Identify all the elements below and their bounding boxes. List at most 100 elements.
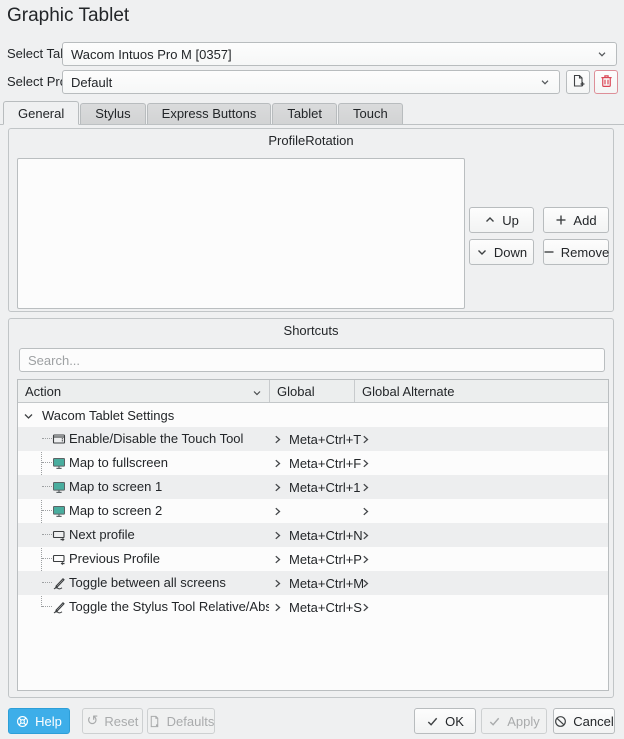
tab-stylus[interactable]: Stylus	[80, 103, 145, 124]
expand-arrow-icon[interactable]	[361, 507, 370, 516]
collapse-arrow-icon[interactable]	[23, 410, 34, 421]
tree-branch	[42, 510, 52, 511]
action-cell[interactable]: Previous Profile	[18, 547, 269, 571]
reset-button-label: Reset	[104, 714, 138, 729]
profile-rotation-list[interactable]	[17, 158, 465, 309]
global-shortcut-value: Meta+Ctrl+1	[289, 480, 361, 495]
global-alternate-cell[interactable]	[354, 603, 608, 612]
action-cell[interactable]: Toggle the Stylus Tool Relative/Absolute	[18, 595, 269, 619]
profile-combobox-value: Default	[71, 75, 539, 90]
plus-icon	[555, 214, 567, 226]
global-shortcut-cell[interactable]: Meta+Ctrl+1	[269, 480, 354, 495]
expand-arrow-icon[interactable]	[273, 435, 282, 444]
stylus-icon	[52, 576, 66, 590]
defaults-button[interactable]: Defaults	[147, 708, 215, 734]
global-shortcut-cell[interactable]: Meta+Ctrl+N	[269, 528, 354, 543]
table-row[interactable]: Map to fullscreen Meta+Ctrl+F	[18, 451, 608, 475]
apply-button[interactable]: Apply	[481, 708, 547, 734]
expand-arrow-icon[interactable]	[361, 579, 370, 588]
table-row[interactable]: Toggle the Stylus Tool Relative/Absolute…	[18, 595, 608, 619]
shortcut-tree-body: Wacom Tablet Settings Enable/Disable the…	[18, 403, 608, 690]
global-shortcut-cell[interactable]	[269, 507, 354, 516]
global-alternate-cell[interactable]	[354, 483, 608, 492]
tab-bar: General Stylus Express Buttons Tablet To…	[0, 101, 624, 125]
column-header-global[interactable]: Global	[269, 380, 354, 402]
global-alternate-cell[interactable]	[354, 531, 608, 540]
table-row[interactable]: Map to screen 2	[18, 499, 608, 523]
table-row[interactable]: Toggle between all screens Meta+Ctrl+M	[18, 571, 608, 595]
column-header-global-alternate[interactable]: Global Alternate	[354, 380, 608, 402]
apply-button-label: Apply	[507, 714, 540, 729]
global-alternate-cell[interactable]	[354, 435, 608, 444]
action-cell[interactable]: Toggle between all screens	[18, 571, 269, 595]
ok-button[interactable]: OK	[414, 708, 476, 734]
tree-branch	[42, 534, 52, 535]
global-alternate-cell[interactable]	[354, 579, 608, 588]
tablet-combobox[interactable]: Wacom Intuos Pro M [0357]	[62, 42, 617, 66]
tab-tablet[interactable]: Tablet	[272, 103, 337, 124]
delete-profile-button[interactable]	[594, 70, 618, 94]
expand-arrow-icon[interactable]	[361, 459, 370, 468]
action-cell[interactable]: Map to screen 2	[18, 499, 269, 523]
document-new-icon	[571, 73, 586, 91]
expand-arrow-icon[interactable]	[273, 459, 282, 468]
reset-button[interactable]: ↺ Reset	[82, 708, 143, 734]
action-cell[interactable]: Map to screen 1	[18, 475, 269, 499]
add-button[interactable]: Add	[543, 207, 609, 233]
profile-combobox[interactable]: Default	[62, 70, 560, 94]
expand-arrow-icon[interactable]	[361, 531, 370, 540]
action-label: Previous Profile	[69, 551, 160, 566]
expand-arrow-icon[interactable]	[361, 483, 370, 492]
action-cell[interactable]: Enable/Disable the Touch Tool	[18, 427, 269, 451]
global-alternate-cell[interactable]	[354, 459, 608, 468]
expand-arrow-icon[interactable]	[273, 603, 282, 612]
defaults-button-label: Defaults	[167, 714, 215, 729]
global-alternate-cell[interactable]	[354, 507, 608, 516]
tree-root-row[interactable]: Wacom Tablet Settings	[18, 403, 608, 427]
cancel-button[interactable]: Cancel	[553, 708, 615, 734]
ok-button-label: OK	[445, 714, 464, 729]
global-shortcut-cell[interactable]: Meta+Ctrl+M	[269, 576, 354, 591]
expand-arrow-icon[interactable]	[273, 507, 282, 516]
tab-general[interactable]: General	[3, 101, 79, 125]
tree-branch	[42, 438, 52, 439]
up-button-label: Up	[502, 213, 519, 228]
expand-arrow-icon[interactable]	[273, 579, 282, 588]
action-cell[interactable]: Next profile	[18, 523, 269, 547]
expand-arrow-icon[interactable]	[361, 555, 370, 564]
action-label: Toggle between all screens	[69, 575, 226, 590]
chevron-up-icon	[484, 214, 496, 226]
global-shortcut-value: Meta+Ctrl+F	[289, 456, 361, 471]
expand-arrow-icon[interactable]	[361, 603, 370, 612]
table-row[interactable]: Map to screen 1Meta+Ctrl+1	[18, 475, 608, 499]
expand-arrow-icon[interactable]	[273, 531, 282, 540]
global-shortcut-cell[interactable]: Meta+Ctrl+T	[269, 432, 354, 447]
chevron-down-icon	[539, 76, 551, 88]
expand-arrow-icon[interactable]	[273, 483, 282, 492]
action-label: Map to fullscreen	[69, 455, 168, 470]
global-shortcut-cell[interactable]: Meta+Ctrl+S	[269, 600, 354, 615]
column-header-action[interactable]: Action	[18, 380, 269, 402]
table-header: Action Global Global Alternate	[18, 380, 608, 403]
global-alternate-cell[interactable]	[354, 555, 608, 564]
table-row[interactable]: Next profileMeta+Ctrl+N	[18, 523, 608, 547]
action-cell[interactable]: Map to fullscreen	[18, 451, 269, 475]
remove-button[interactable]: Remove	[543, 239, 609, 265]
table-row[interactable]: Enable/Disable the Touch ToolMeta+Ctrl+T	[18, 427, 608, 451]
global-shortcut-value: Meta+Ctrl+M	[289, 576, 364, 591]
table-row[interactable]: Previous Profile Meta+Ctrl+P	[18, 547, 608, 571]
expand-arrow-icon[interactable]	[361, 435, 370, 444]
trash-icon	[599, 73, 614, 91]
expand-arrow-icon[interactable]	[273, 555, 282, 564]
undo-icon: ↺	[87, 715, 99, 728]
tab-touch[interactable]: Touch	[338, 103, 403, 124]
search-input[interactable]	[19, 348, 605, 372]
global-shortcut-cell[interactable]: Meta+Ctrl+P	[269, 552, 354, 567]
up-button[interactable]: Up	[469, 207, 534, 233]
tab-express-buttons[interactable]: Express Buttons	[147, 103, 272, 124]
global-shortcut-cell[interactable]: Meta+Ctrl+F	[269, 456, 354, 471]
help-button[interactable]: Help	[8, 708, 70, 734]
new-profile-button[interactable]	[566, 70, 590, 94]
profile-rotation-title: ProfileRotation	[9, 133, 613, 148]
down-button[interactable]: Down	[469, 239, 534, 265]
